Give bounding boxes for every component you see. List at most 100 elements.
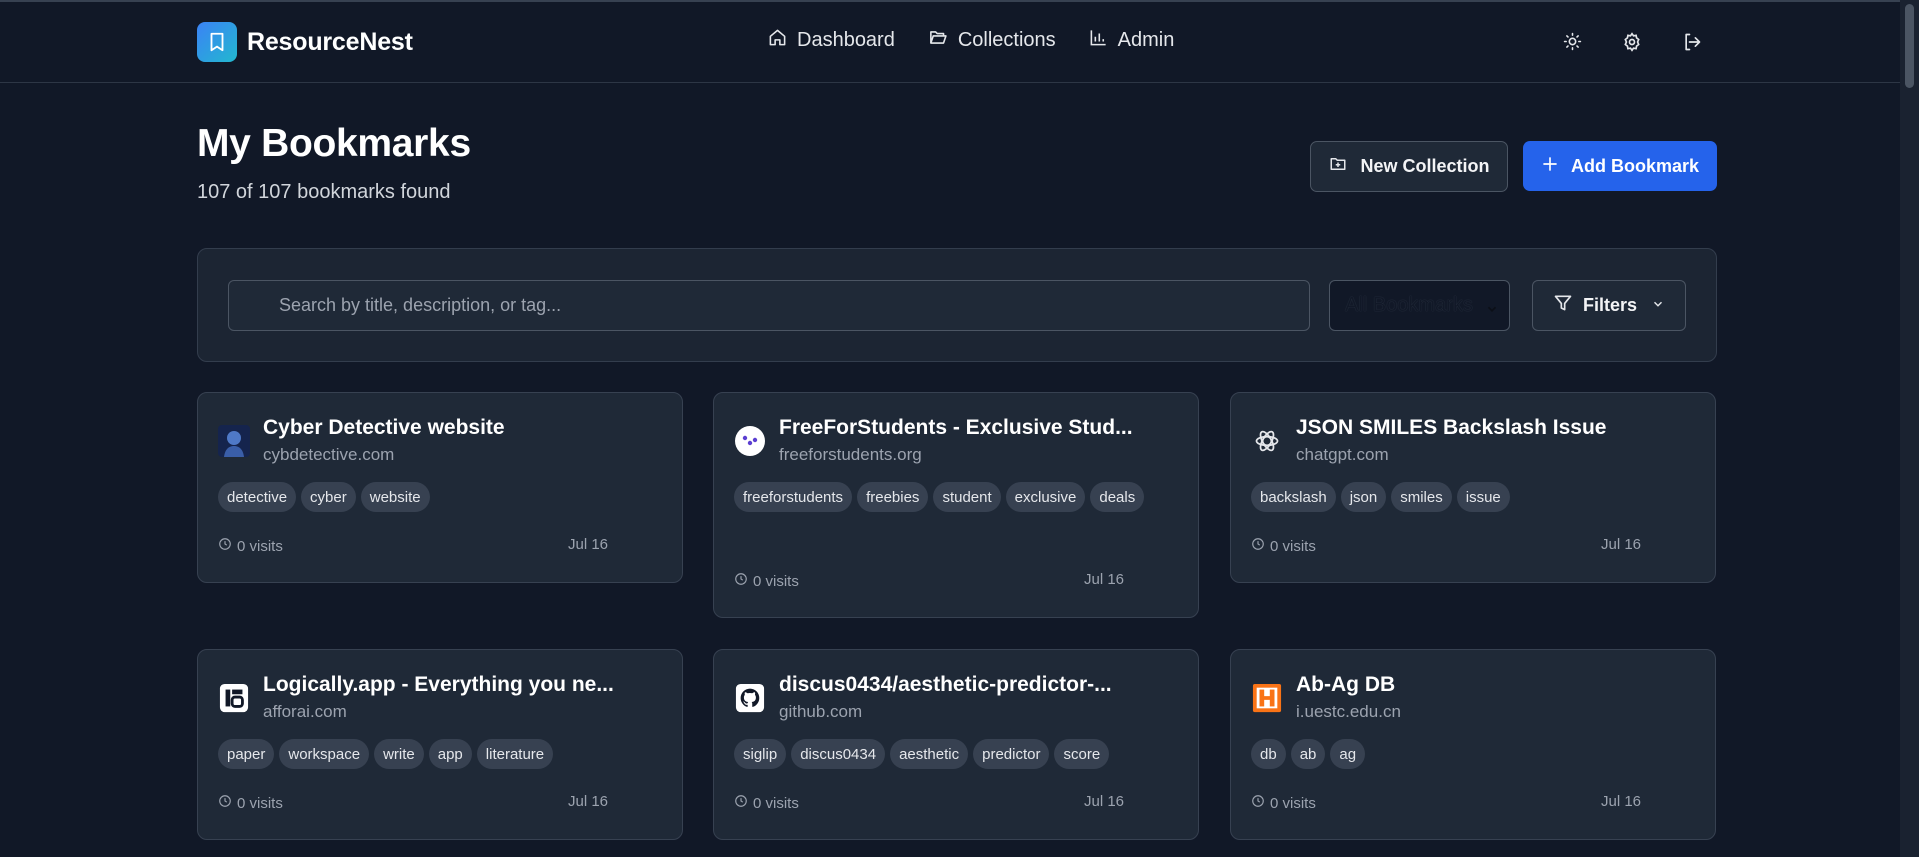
bookmark-card[interactable]: discus0434/aesthetic-predictor-... githu… [713,649,1199,840]
bookmark-card[interactable]: Logically.app - Everything you ne... aff… [197,649,683,840]
tag[interactable]: exclusive [1005,482,1086,512]
visits-text: 0 visits [1270,537,1316,555]
bookmark-title[interactable]: JSON SMILES Backslash Issue [1296,416,1606,440]
add-bookmark-label: Add Bookmark [1570,155,1700,176]
header-actions [1557,31,1737,57]
bookmark-title[interactable]: discus0434/aesthetic-predictor-... [779,673,1112,697]
filter-panel: All Bookmarks Filters [197,248,1717,362]
bookmark-domain: freeforstudents.org [779,445,922,464]
tag[interactable]: freeforstudents [734,482,853,512]
top-navbar: ResourceNest Dashboard Collections Admin [0,2,1900,83]
clock-icon [1251,537,1270,555]
tag-list: paper workspace write app literature [218,739,658,774]
tag[interactable]: website [360,482,430,512]
app-name: ResourceNest [247,27,413,56]
visit-count: 0 visits [734,793,799,813]
tag[interactable]: write [374,739,424,769]
settings-button[interactable] [1617,31,1647,57]
tag[interactable]: student [933,482,1001,512]
new-collection-button[interactable]: New Collection [1310,141,1508,192]
plus-icon [1541,155,1571,178]
tag[interactable]: literature [476,739,554,769]
bookmark-domain: chatgpt.com [1296,445,1389,464]
tag[interactable]: ag [1330,739,1366,769]
bookmark-card[interactable]: JSON SMILES Backslash Issue chatgpt.com … [1230,392,1716,583]
bookmark-date: Jul 16 [568,793,609,810]
new-collection-label: New Collection [1360,156,1490,176]
visit-count: 0 visits [218,793,283,813]
folder-open-icon [928,28,958,53]
tag[interactable]: backslash [1251,482,1336,512]
bookmark-domain: i.uestc.edu.cn [1296,702,1401,721]
detective-avatar-icon [218,425,250,457]
filters-button[interactable]: Filters [1532,280,1686,331]
tag[interactable]: score [1054,739,1110,769]
tag-list: db ab ag [1251,739,1691,774]
bookmark-date: Jul 16 [1084,571,1125,588]
tag[interactable]: paper [218,739,275,769]
tag[interactable]: cyber [301,482,356,512]
page-scrollbar[interactable] [1900,0,1919,857]
logout-button[interactable] [1677,31,1707,57]
tag[interactable]: aesthetic [890,739,969,769]
visits-text: 0 visits [237,794,283,812]
h-logo-icon [1251,682,1283,714]
home-icon [768,28,797,53]
bookmark-title[interactable]: FreeForStudents - Exclusive Stud... [779,416,1133,440]
brand[interactable]: ResourceNest [197,22,413,62]
nav-collections[interactable]: Collections [928,28,1056,53]
logically-logo-icon [218,682,250,714]
bookmark-logo-icon [197,22,237,62]
tag[interactable]: workspace [279,739,370,769]
tag[interactable]: freebies [857,482,929,512]
bookmark-card[interactable]: Cyber Detective website cybdetective.com… [197,392,683,583]
clock-icon [218,537,237,555]
tag[interactable]: detective [218,482,297,512]
tag-list: backslash json smiles issue [1251,482,1691,517]
tag[interactable]: siglip [734,739,787,769]
clock-icon [734,572,753,590]
add-bookmark-button[interactable]: Add Bookmark [1523,141,1717,191]
bookmark-title[interactable]: Ab-Ag DB [1296,673,1395,697]
folder-plus-icon [1328,155,1360,178]
funnel-icon [1553,293,1573,318]
theme-toggle-button[interactable] [1557,31,1587,57]
logout-icon [1682,32,1702,57]
nav-dashboard-label: Dashboard [797,29,895,51]
bookmark-domain: github.com [779,702,863,721]
bookmark-title[interactable]: Logically.app - Everything you ne... [263,673,614,697]
tag[interactable]: issue [1456,482,1510,512]
scrollbar-thumb[interactable] [1905,4,1914,88]
tag[interactable]: json [1340,482,1387,512]
tag[interactable]: db [1251,739,1286,769]
main-nav: Dashboard Collections Admin [768,28,1207,53]
tag[interactable]: discus0434 [791,739,886,769]
clock-icon [734,794,753,812]
nav-dashboard[interactable]: Dashboard [768,28,895,53]
bookmark-date: Jul 16 [568,536,609,553]
nav-collections-label: Collections [957,29,1056,51]
freeforstudents-logo-icon [734,425,766,457]
bookmark-scope-select[interactable]: All Bookmarks [1329,280,1510,331]
visits-text: 0 visits [237,537,283,555]
bookmark-card[interactable]: FreeForStudents - Exclusive Stud... free… [713,392,1199,618]
openai-logo-icon [1251,425,1283,457]
search-input[interactable] [228,280,1310,331]
sun-icon [1563,32,1582,56]
tag[interactable]: app [428,739,472,769]
bookmark-card[interactable]: Ab-Ag DB i.uestc.edu.cn db ab ag 0 visit… [1230,649,1716,840]
tag[interactable]: ab [1290,739,1326,769]
visits-text: 0 visits [1270,794,1316,812]
bookmark-domain: afforai.com [263,702,347,721]
tag[interactable]: predictor [973,739,1050,769]
tag[interactable]: deals [1090,482,1145,512]
chevron-down-icon [1485,299,1499,322]
bookmark-title[interactable]: Cyber Detective website [263,416,505,440]
tag[interactable]: smiles [1391,482,1452,512]
github-logo-icon [734,682,766,714]
bookmark-scope-value: All Bookmarks [1345,294,1473,316]
bookmark-count: 107 of 107 bookmarks found [197,181,451,203]
nav-admin-label: Admin [1117,29,1175,51]
bookmark-domain: cybdetective.com [263,445,395,464]
nav-admin[interactable]: Admin [1089,28,1175,53]
